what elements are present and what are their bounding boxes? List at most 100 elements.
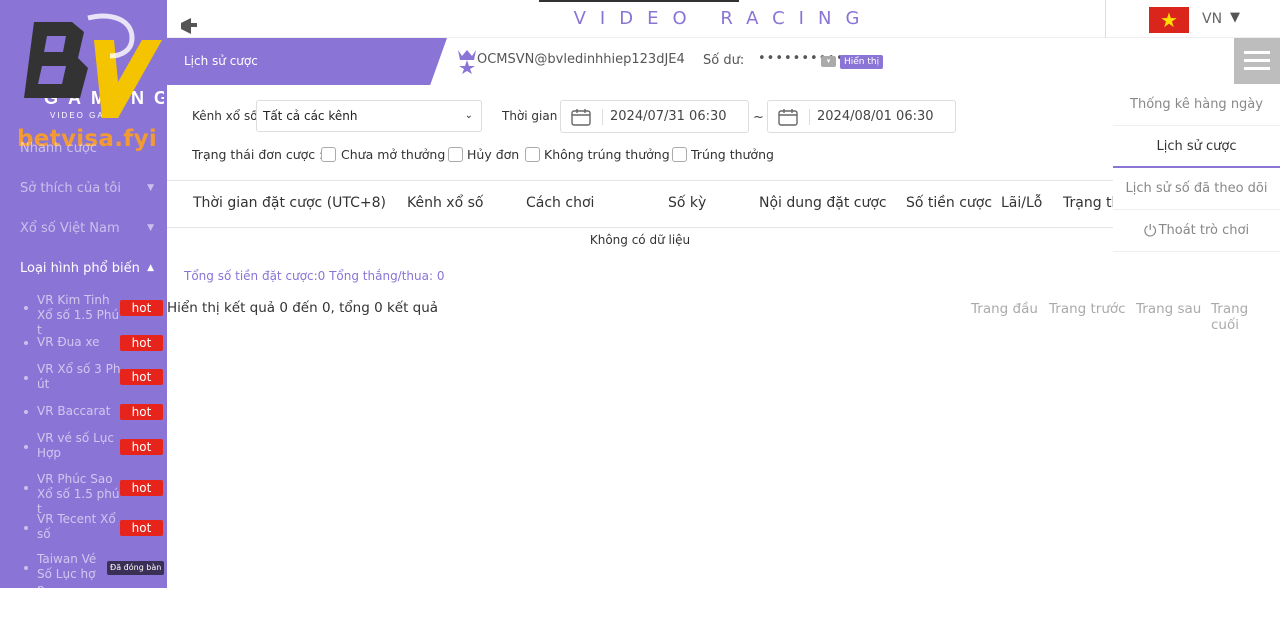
checkbox-label: Chưa mở thưởng [341, 147, 446, 162]
date-to-value: 2024/08/01 06:30 [817, 109, 934, 124]
sidebar-item-label: VR Xổ số 3 Phút [37, 362, 121, 391]
menu-followed-numbers[interactable]: Lịch sử số đã theo dõi [1113, 168, 1280, 210]
hot-badge: hot [120, 439, 163, 455]
column-header: Số tiền cược [906, 195, 993, 211]
username: OCMSVN@bvledinhhiep123dJE4 [477, 52, 685, 67]
calendar-icon [778, 109, 798, 126]
hot-badge: hot [120, 369, 163, 385]
hot-badge: hot [120, 404, 163, 420]
checkbox-label: Hủy đơn [467, 147, 520, 162]
brand-logo: GAMING VIDEO GAME [24, 13, 164, 120]
channel-select[interactable]: Tất cả các kênh ⌄ [256, 100, 482, 132]
sidebar-item-quick-bet[interactable]: Nhanh cược [0, 130, 167, 166]
bullet-icon [24, 445, 28, 449]
checkbox-not-won[interactable] [525, 147, 540, 162]
chevron-up-icon: ▲ [147, 263, 154, 273]
language-label: VN [1202, 11, 1223, 27]
power-icon: ⏻ [1143, 220, 1157, 240]
show-balance-button[interactable]: Hiển thị [840, 55, 884, 69]
column-header: Trạng thái [1063, 195, 1113, 211]
bullet-icon [24, 486, 28, 490]
date-from-input[interactable]: 2024/07/31 06:30 [560, 100, 749, 133]
pager-first[interactable]: Trang đầu [971, 301, 1038, 317]
hot-badge: hot [120, 300, 163, 316]
sidebar-menu-favorites[interactable]: Sở thích của tôi ▼ [0, 170, 167, 206]
status-label: Trạng thái đơn cược : [192, 147, 324, 162]
sidebar: GAMING VIDEO GAME betvisa.fyi Nhanh cược… [0, 0, 167, 588]
checkbox-label: Trúng thưởng [691, 147, 774, 162]
sidebar-item-vr-xo-so-3[interactable]: VR Xổ số 3 Phút hot [0, 362, 167, 394]
sidebar-item-vr-kim-tinh[interactable]: VR Kim Tinh Xổ số 1.5 Phút hot [0, 292, 167, 337]
user-crown-icon [458, 50, 476, 74]
sidebar-item-label: Xổ số Việt Nam [20, 220, 120, 236]
menu-item-label: Thoát trò chơi [1158, 223, 1250, 238]
sidebar-item-label: Loại hình phổ biến [20, 260, 140, 276]
menu-bet-history[interactable]: Lịch sử cược [1113, 126, 1280, 168]
checkbox-cancelled[interactable] [448, 147, 463, 162]
hot-badge: hot [120, 480, 163, 496]
checkbox-won[interactable] [672, 147, 687, 162]
sidebar-item-taiwan-luc-hop[interactable]: Taiwan Vé Số Lục hợp Đã đóng bàn [0, 552, 167, 588]
channel-select-value: Tất cả các kênh [263, 109, 358, 123]
title-underline [539, 0, 739, 2]
calendar-icon [571, 109, 591, 126]
column-header: Lãi/Lỗ [1001, 195, 1043, 211]
sidebar-menu-popular[interactable]: Loại hình phổ biến ▲ [0, 250, 167, 286]
divider [809, 109, 810, 125]
chevron-down-icon: ⌄ [464, 110, 473, 121]
date-separator: ~ [753, 110, 764, 125]
checkbox-label: Không trúng thưởng [544, 147, 670, 162]
column-header: Kênh xổ số [407, 195, 484, 211]
divider [602, 109, 603, 125]
language-selector[interactable]: ★ VN ▼ [1105, 0, 1280, 38]
vietnam-flag-icon: ★ [1149, 7, 1189, 33]
sidebar-item-label: VR Kim Tinh Xổ số 1.5 Phút [37, 293, 120, 337]
section-tab: Lịch sử cược [167, 38, 447, 85]
eye-icon[interactable]: ▾ [821, 56, 836, 67]
bullet-icon [24, 376, 28, 380]
empty-text: Không có dữ liệu [589, 233, 691, 247]
pager-next[interactable]: Trang sau [1136, 301, 1201, 317]
top-bar: VIDEO RACING ★ VN ▼ [167, 0, 1280, 38]
sidebar-item-vr-luc-hop[interactable]: VR vé số Lục Hợp hot [0, 431, 167, 463]
sidebar-item-label: Nhanh cược [20, 140, 98, 156]
result-info: Hiển thị kết quả 0 đến 0, tổng 0 kết quả [167, 300, 439, 316]
caret-down-icon: ▼ [1230, 10, 1240, 25]
sidebar-item-label: VR Baccarat [37, 404, 111, 418]
column-header: Cách chơi [526, 195, 595, 211]
table-header: Thời gian đặt cược (UTC+8) Kênh xổ số Cá… [167, 180, 1113, 228]
column-header: Thời gian đặt cược (UTC+8) [193, 195, 387, 211]
menu-item-label: Thống kê hàng ngày [1130, 97, 1263, 112]
bullet-icon [24, 306, 28, 310]
date-to-input[interactable]: 2024/08/01 06:30 [767, 100, 956, 133]
channel-label: Kênh xổ số [192, 109, 258, 123]
menu-exit-game[interactable]: ⏻ Thoát trò chơi [1113, 210, 1280, 252]
column-header: Nội dung đặt cược [759, 195, 887, 211]
filter-panel: Kênh xổ số Tất cả các kênh ⌄ Thời gian 2… [167, 85, 1113, 180]
sidebar-menu-vietnam-lottery[interactable]: Xổ số Việt Nam ▼ [0, 210, 167, 246]
sidebar-item-label: Sở thích của tôi [20, 180, 121, 196]
right-panel: Thống kê hàng ngày Lịch sử cược Lịch sử … [1113, 84, 1280, 252]
sidebar-item-vr-phuc-sao[interactable]: VR Phúc Sao Xổ số 1.5 phút hot [0, 472, 167, 516]
hamburger-menu-icon[interactable] [1234, 38, 1280, 84]
chevron-down-icon: ▼ [147, 223, 154, 233]
section-title: Lịch sử cược [184, 54, 258, 68]
menu-daily-stats[interactable]: Thống kê hàng ngày [1113, 84, 1280, 126]
pager-prev[interactable]: Trang trước [1049, 301, 1126, 317]
menu-item-label: Lịch sử số đã theo dõi [1125, 181, 1268, 196]
menu-item-label: Lịch sử cược [1156, 138, 1237, 154]
pager-last[interactable]: Trang cuối [1211, 301, 1280, 333]
bullet-icon [24, 526, 28, 530]
sidebar-item-vr-tecent[interactable]: VR Tecent Xổ số hot [0, 512, 167, 544]
hot-badge: hot [120, 520, 163, 536]
time-label: Thời gian [502, 109, 558, 123]
sidebar-item-vr-dua-xe[interactable]: VR Đua xe hot [0, 334, 167, 352]
sidebar-item-label: VR Tecent Xổ số [37, 512, 116, 541]
sidebar-item-label: VR Phúc Sao Xổ số 1.5 phút [37, 472, 120, 516]
sidebar-item-vr-baccarat[interactable]: VR Baccarat hot [0, 403, 167, 421]
bullet-icon [24, 341, 28, 345]
bullet-icon [24, 410, 28, 414]
date-from-value: 2024/07/31 06:30 [610, 109, 727, 124]
header-band: Lịch sử cược OCMSVN@bvledinhhiep123dJE4 … [167, 38, 1280, 85]
checkbox-pending[interactable] [321, 147, 336, 162]
